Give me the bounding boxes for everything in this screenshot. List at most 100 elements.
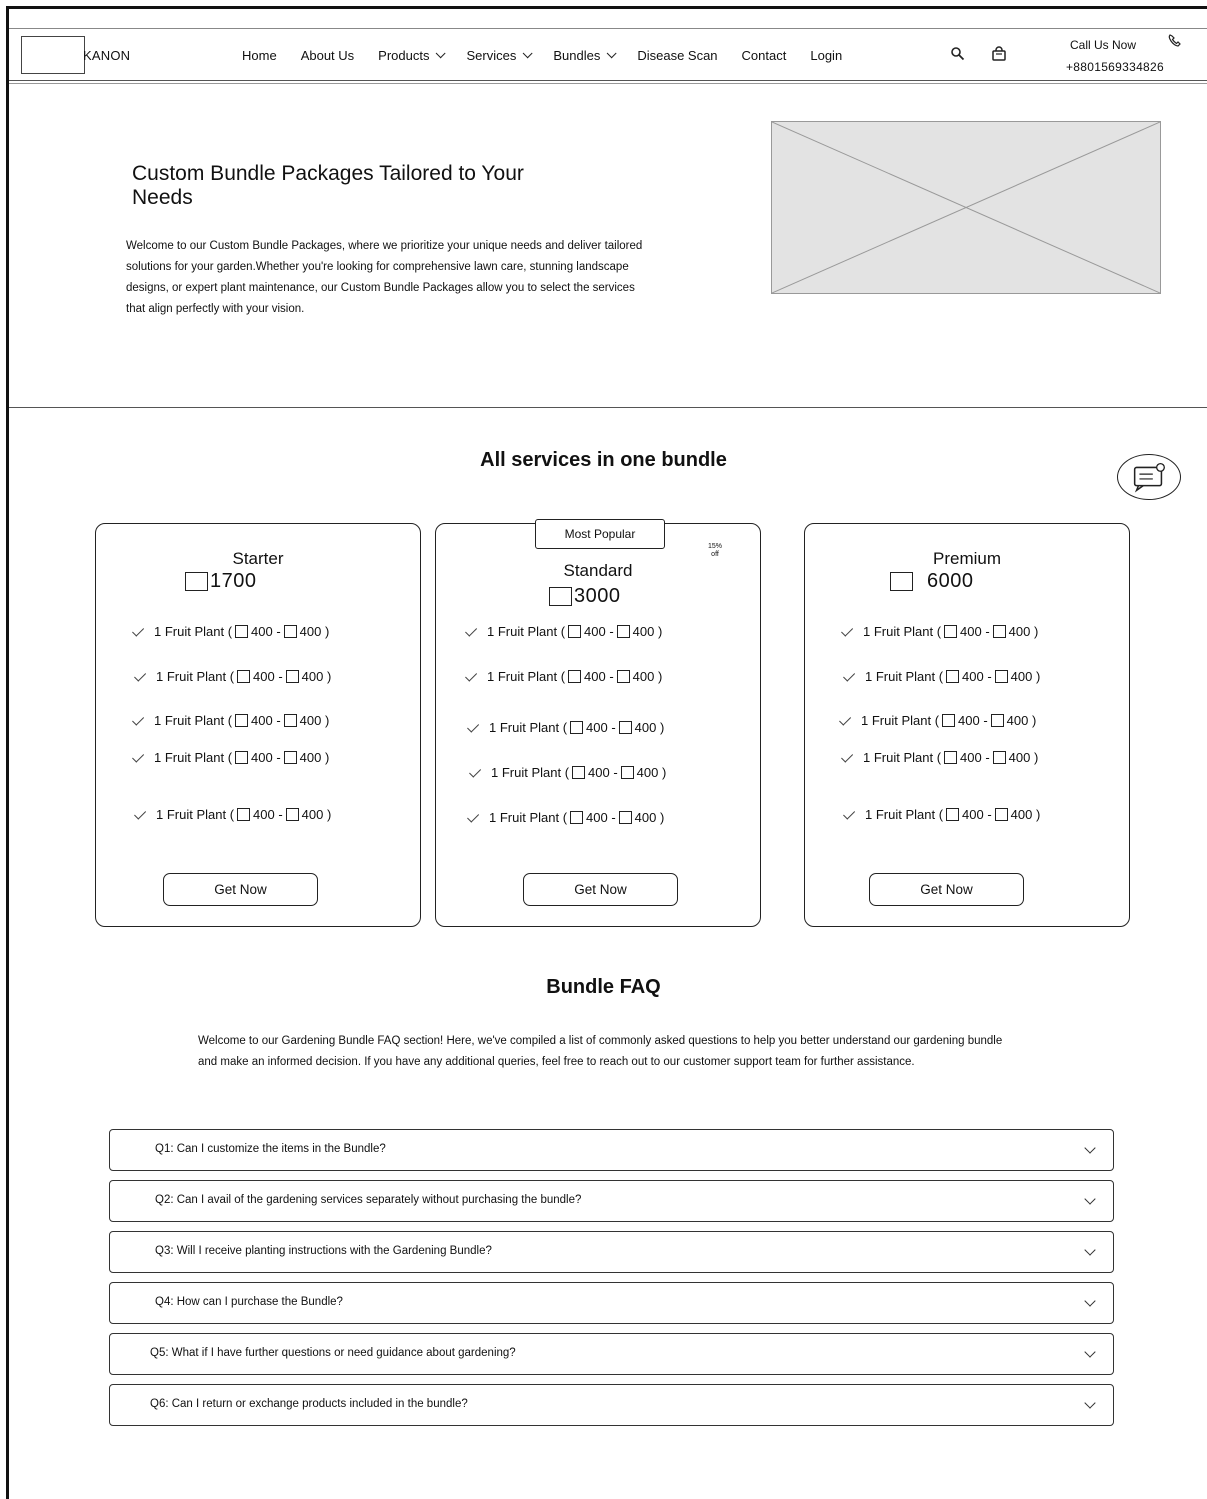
section-divider bbox=[9, 407, 1207, 408]
shopping-bag-icon[interactable] bbox=[991, 46, 1007, 62]
bundle-price: 3000 bbox=[549, 585, 621, 608]
faq-intro: Welcome to our Gardening Bundle FAQ sect… bbox=[198, 1035, 1003, 1068]
bundle-name: Standard bbox=[563, 561, 633, 580]
faq-question: Q3: Will I receive planting instructions… bbox=[155, 1245, 492, 1257]
brand-name[interactable]: KANON bbox=[83, 48, 130, 63]
currency-placeholder bbox=[235, 714, 249, 727]
nav-services[interactable]: Services bbox=[466, 48, 533, 63]
faq-item[interactable]: Q4: How can I purchase the Bundle? bbox=[109, 1282, 1114, 1324]
chevron-down-icon[interactable] bbox=[1084, 1244, 1096, 1256]
nav-login[interactable]: Login bbox=[810, 48, 842, 63]
phone-icon[interactable] bbox=[1167, 33, 1183, 49]
feature-from: 400 - bbox=[251, 750, 281, 765]
feature-label: 1 Fruit Plant ( bbox=[156, 669, 235, 684]
check-icon bbox=[465, 624, 478, 637]
feature-from: 400 - bbox=[251, 624, 281, 639]
currency-placeholder bbox=[549, 587, 572, 606]
feature-from: 400 - bbox=[962, 807, 992, 822]
feature-label: 1 Fruit Plant ( bbox=[154, 624, 233, 639]
currency-placeholder bbox=[235, 625, 249, 638]
faq-item[interactable]: Q6: Can I return or exchange products in… bbox=[109, 1384, 1114, 1426]
feature-to: 400 ) bbox=[1006, 713, 1037, 728]
feature-to: 400 ) bbox=[299, 624, 330, 639]
hero-image-placeholder bbox=[771, 121, 1161, 294]
currency-placeholder bbox=[185, 572, 208, 591]
bundle-feature: 1 Fruit Plant ( 400 - 400 ) bbox=[132, 624, 330, 639]
feature-from: 400 - bbox=[584, 624, 614, 639]
bundle-name: Premium bbox=[932, 549, 1001, 568]
nav-bundles-label: Bundles bbox=[553, 48, 601, 63]
faq-question: Q5: What if I have further questions or … bbox=[150, 1347, 516, 1359]
currency-placeholder bbox=[570, 811, 584, 824]
bundles-section-title: All services in one bundle bbox=[480, 449, 727, 471]
check-icon bbox=[839, 713, 852, 726]
nav-contact[interactable]: Contact bbox=[742, 48, 787, 63]
feature-from: 400 - bbox=[958, 713, 988, 728]
chevron-down-icon[interactable] bbox=[1084, 1295, 1096, 1307]
chevron-down-icon bbox=[523, 48, 533, 59]
feature-label: 1 Fruit Plant ( bbox=[154, 713, 233, 728]
currency-placeholder bbox=[942, 714, 956, 727]
nav-about[interactable]: About Us bbox=[301, 48, 354, 63]
feature-from: 400 - bbox=[962, 669, 992, 684]
bundle-name: Starter bbox=[232, 549, 284, 568]
currency-placeholder bbox=[283, 714, 297, 727]
feature-label: 1 Fruit Plant ( bbox=[865, 669, 944, 684]
nav-home[interactable]: Home bbox=[242, 48, 277, 63]
call-number[interactable]: +8801569334826 bbox=[1066, 60, 1164, 74]
chevron-down-icon[interactable] bbox=[1084, 1397, 1096, 1409]
currency-placeholder bbox=[237, 670, 251, 683]
header-divider-secondary bbox=[9, 83, 1207, 84]
nav-bundles[interactable]: Bundles bbox=[553, 48, 617, 63]
currency-placeholder bbox=[618, 811, 632, 824]
nav-disease-scan[interactable]: Disease Scan bbox=[637, 48, 717, 63]
currency-placeholder bbox=[568, 625, 582, 638]
feature-to: 400 ) bbox=[634, 720, 665, 735]
bundle-price-value: 1700 bbox=[210, 570, 257, 592]
hero-title: Custom Bundle Packages Tailored to Your … bbox=[132, 162, 524, 209]
bundle-card-starter: Starter 1700 1 Fruit Plant ( 400 - 400 )… bbox=[95, 523, 421, 927]
currency-placeholder bbox=[992, 751, 1006, 764]
chat-icon[interactable] bbox=[1117, 454, 1181, 500]
chevron-down-icon[interactable] bbox=[1084, 1346, 1096, 1358]
nav-services-label: Services bbox=[466, 48, 517, 63]
bundle-feature: 1 Fruit Plant ( 400 - 400 ) bbox=[467, 810, 664, 825]
check-icon bbox=[841, 624, 854, 637]
nav-disease-scan-label: Disease Scan bbox=[637, 48, 718, 63]
main-nav: Home About Us Products Services Bundles … bbox=[242, 48, 866, 63]
currency-placeholder bbox=[568, 670, 582, 683]
chevron-down-icon[interactable] bbox=[1084, 1142, 1096, 1154]
currency-placeholder bbox=[283, 751, 297, 764]
bundle-feature: 1 Fruit Plant ( 400 - 400 ) bbox=[465, 624, 662, 639]
nav-home-label: Home bbox=[242, 48, 277, 63]
header-divider bbox=[9, 80, 1207, 81]
logo-placeholder[interactable] bbox=[21, 36, 85, 74]
feature-to: 400 ) bbox=[299, 713, 330, 728]
check-icon bbox=[467, 810, 480, 823]
check-icon bbox=[843, 669, 856, 682]
currency-placeholder bbox=[618, 721, 632, 734]
feature-from: 400 - bbox=[253, 669, 283, 684]
chevron-down-icon[interactable] bbox=[1084, 1193, 1096, 1205]
currency-placeholder bbox=[944, 625, 958, 638]
faq-item[interactable]: Q1: Can I customize the items in the Bun… bbox=[109, 1129, 1114, 1171]
currency-placeholder bbox=[570, 721, 584, 734]
faq-item[interactable]: Q3: Will I receive planting instructions… bbox=[109, 1231, 1114, 1273]
check-icon bbox=[469, 765, 482, 778]
feature-label: 1 Fruit Plant ( bbox=[865, 807, 944, 822]
header: KANON Home About Us Products Services Bu… bbox=[9, 29, 1207, 81]
faq-item[interactable]: Q5: What if I have further questions or … bbox=[109, 1333, 1114, 1375]
bundle-feature: 1 Fruit Plant ( 400 - 400 ) bbox=[469, 765, 666, 780]
currency-placeholder bbox=[946, 808, 960, 821]
feature-from: 400 - bbox=[253, 807, 283, 822]
get-now-button[interactable]: Get Now bbox=[869, 873, 1024, 906]
currency-placeholder bbox=[616, 670, 630, 683]
search-icon[interactable] bbox=[950, 46, 966, 62]
currency-placeholder bbox=[283, 625, 297, 638]
get-now-button[interactable]: Get Now bbox=[163, 873, 318, 906]
get-now-button[interactable]: Get Now bbox=[523, 873, 678, 906]
bundle-feature: 1 Fruit Plant ( 400 - 400 ) bbox=[843, 807, 1040, 822]
nav-products[interactable]: Products bbox=[378, 48, 447, 63]
faq-item[interactable]: Q2: Can I avail of the gardening service… bbox=[109, 1180, 1114, 1222]
bundle-feature: 1 Fruit Plant ( 400 - 400 ) bbox=[134, 807, 331, 822]
